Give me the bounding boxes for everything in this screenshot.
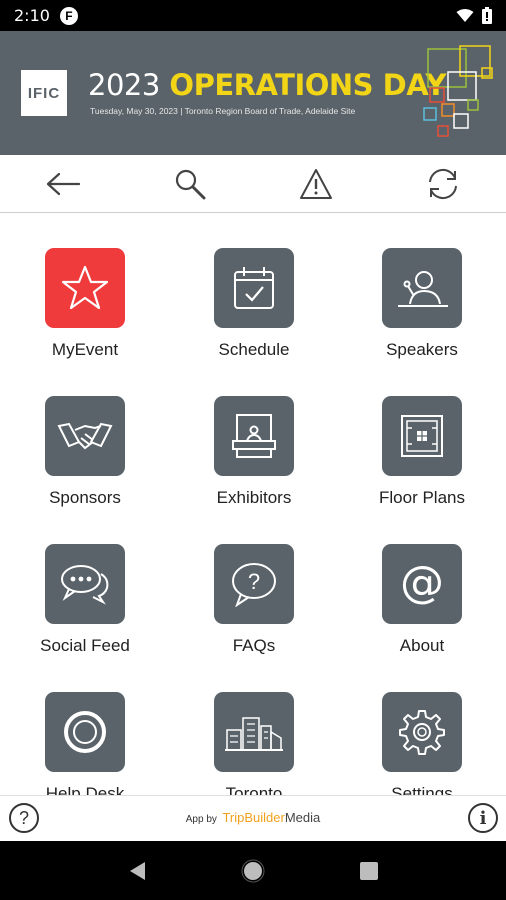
credit-prefix: App by xyxy=(185,814,217,825)
tile-faqs[interactable]: ? FAQs xyxy=(184,544,324,656)
event-banner: IFIC 2023 OPERATIONS DAY Tuesday, May 30… xyxy=(0,31,506,155)
back-button[interactable] xyxy=(38,159,88,209)
battery-icon xyxy=(482,7,492,24)
star-icon xyxy=(61,265,109,310)
tile-label: FAQs xyxy=(232,636,276,655)
event-subtitle: Tuesday, May 30, 2023 | Toronto Region B… xyxy=(90,106,356,116)
tile-icon-box: @ xyxy=(382,544,462,624)
event-title: 2023 OPERATIONS DAY xyxy=(88,68,446,102)
tile-label: Exhibitors xyxy=(216,488,292,507)
menu-grid: MyEvent Schedule Speakers Sponsors Exhib… xyxy=(0,214,506,795)
at-sign-icon: @ xyxy=(400,559,444,608)
tile-icon-box xyxy=(45,248,125,328)
refresh-button[interactable] xyxy=(418,159,468,209)
refresh-icon xyxy=(428,168,457,199)
warning-icon xyxy=(300,168,333,199)
ific-logo: IFIC xyxy=(21,70,67,116)
tile-label: Floor Plans xyxy=(379,488,465,507)
tile-exhibitors[interactable]: Exhibitors xyxy=(184,396,324,508)
tile-icon-box xyxy=(45,396,125,476)
nav-recents-icon[interactable] xyxy=(359,861,379,881)
brand-name-part2: Media xyxy=(284,810,321,825)
tile-label: Social Feed xyxy=(40,636,130,655)
floor-plan-icon xyxy=(401,415,443,457)
notification-app-icon: F xyxy=(59,6,78,25)
calendar-check-icon xyxy=(234,267,274,309)
tile-icon-box xyxy=(45,544,125,624)
tile-toronto[interactable]: Toronto xyxy=(184,692,324,795)
event-name: OPERATIONS DAY xyxy=(169,68,446,102)
svg-text:?: ? xyxy=(248,569,260,594)
back-arrow-icon xyxy=(47,172,81,195)
lifebuoy-icon xyxy=(64,711,106,753)
tile-label: Speakers xyxy=(386,340,458,359)
alerts-button[interactable] xyxy=(291,159,341,209)
tile-label: Help Desk xyxy=(45,784,125,795)
tile-icon-box xyxy=(214,248,294,328)
booth-icon xyxy=(232,414,276,458)
tile-label: Sponsors xyxy=(49,488,121,507)
speaker-podium-icon xyxy=(398,271,448,307)
event-year: 2023 xyxy=(88,68,160,102)
chat-bubbles-icon xyxy=(61,565,109,605)
tile-floor-plans[interactable]: Floor Plans xyxy=(352,396,492,508)
tile-label: Settings xyxy=(391,784,453,795)
status-icons xyxy=(456,7,492,24)
tile-about[interactable]: @ About xyxy=(352,544,492,656)
tile-icon-box xyxy=(382,396,462,476)
toolbar xyxy=(0,155,506,213)
brand-name-part1: TripBuilder xyxy=(222,810,285,825)
tile-label: About xyxy=(399,636,445,655)
search-icon xyxy=(175,169,206,199)
decorative-squares-graphic xyxy=(423,45,493,137)
tile-help-desk[interactable]: Help Desk xyxy=(15,692,155,795)
tile-icon-box xyxy=(382,248,462,328)
search-button[interactable] xyxy=(165,159,215,209)
system-nav-bar xyxy=(0,841,506,900)
svg-text:@: @ xyxy=(400,559,444,608)
tile-icon-box: ? xyxy=(214,544,294,624)
status-time: 2:10 xyxy=(14,6,50,25)
handshake-icon xyxy=(57,422,113,450)
footer-bar: ? App by TripBuilderMedia i xyxy=(0,795,506,841)
tile-icon-box xyxy=(214,396,294,476)
tile-label: Toronto xyxy=(225,784,283,795)
gear-icon xyxy=(399,710,445,755)
tile-icon-box xyxy=(45,692,125,772)
tile-social-feed[interactable]: Social Feed xyxy=(15,544,155,656)
status-bar: 2:10 F xyxy=(0,0,506,31)
info-button[interactable]: i xyxy=(468,803,498,833)
tile-label: MyEvent xyxy=(51,340,119,359)
tile-label: Schedule xyxy=(218,340,290,359)
question-bubble-icon: ? xyxy=(232,563,276,607)
tile-icon-box xyxy=(214,692,294,772)
wifi-icon xyxy=(456,8,474,22)
tile-speakers[interactable]: Speakers xyxy=(352,248,492,360)
tile-sponsors[interactable]: Sponsors xyxy=(15,396,155,508)
tile-icon-box xyxy=(382,692,462,772)
tile-settings[interactable]: Settings xyxy=(352,692,492,795)
nav-home-icon[interactable] xyxy=(241,859,265,883)
tile-myevent[interactable]: MyEvent xyxy=(15,248,155,360)
city-buildings-icon xyxy=(225,717,283,751)
tile-schedule[interactable]: Schedule xyxy=(184,248,324,360)
app-credit[interactable]: App by TripBuilderMedia xyxy=(0,810,506,825)
nav-back-icon[interactable] xyxy=(127,860,147,882)
